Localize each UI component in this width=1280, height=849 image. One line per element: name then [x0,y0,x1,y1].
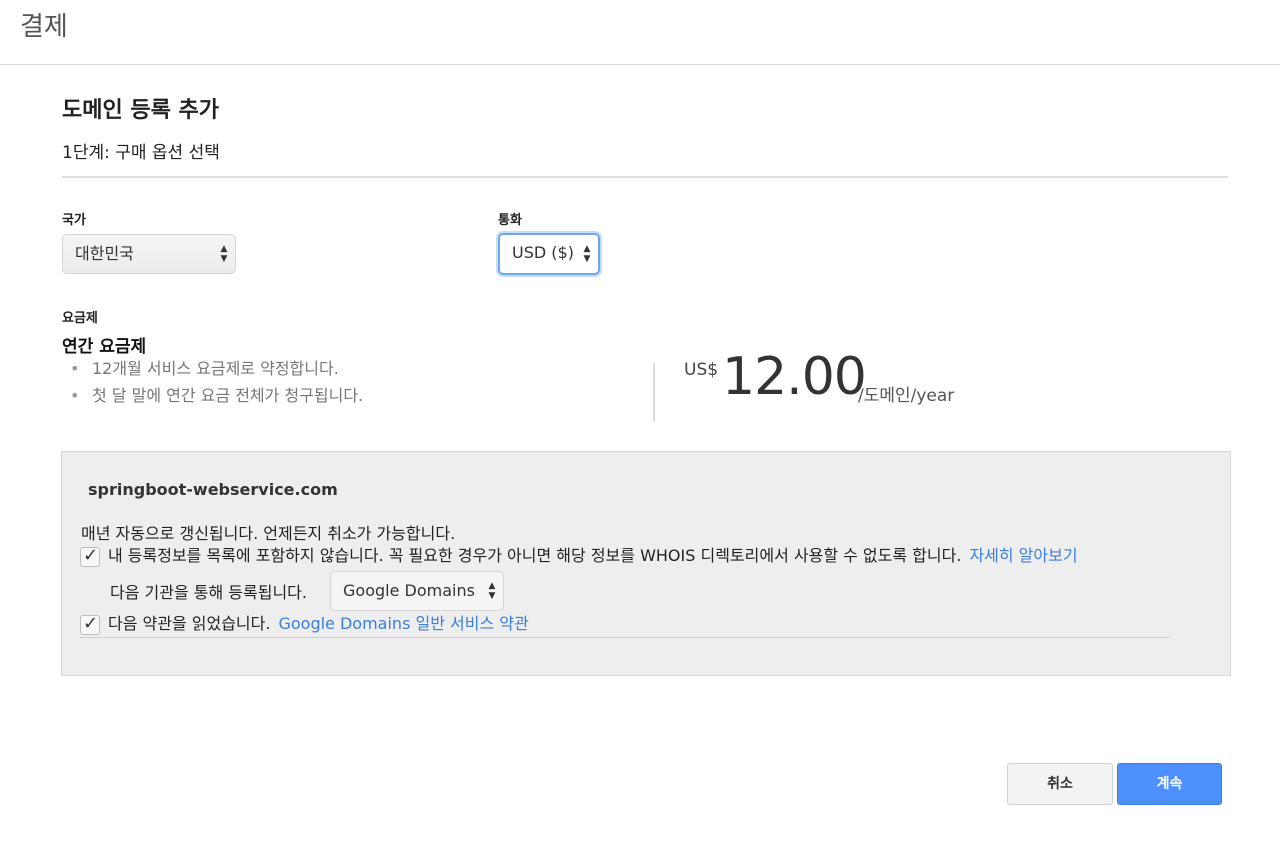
divider [62,176,1228,178]
cancel-button[interactable]: 취소 [1007,763,1113,805]
terms-row: ✓ 다음 약관을 읽었습니다. Google Domains 일반 서비스 약관 [80,613,529,637]
plan-bullet-text: 첫 달 말에 연간 요금 전체가 청구됩니다. [92,386,364,405]
privacy-checkbox[interactable]: ✓ [80,544,100,567]
registrar-label: 다음 기관을 통해 등록됩니다. [110,583,307,602]
price-amount: 12.00 [722,347,867,407]
vertical-divider [653,363,655,422]
bullet-icon: • [70,359,80,378]
terms-checkbox[interactable]: ✓ [80,612,100,635]
price-currency: US$ [684,360,719,380]
registrar-select-value: Google Domains [343,581,475,600]
select-arrows-icon: ▲ ▼ [583,244,591,264]
price-unit: /도메인/year [858,386,955,406]
privacy-row: ✓ 내 등록정보를 목록에 포함하지 않습니다. 꼭 필요한 경우가 아니면 해당… [80,545,1078,569]
continue-button[interactable]: 계속 [1117,763,1222,805]
step-label: 1단계: 구매 옵션 선택 [62,143,220,163]
bullet-icon: • [70,386,80,405]
currency-label: 통화 [498,213,522,228]
list-item: • 12개월 서비스 요금제로 약정합니다. [70,358,363,385]
plan-label: 요금제 [62,311,98,326]
plan-name: 연간 요금제 [62,337,147,357]
page-title: 도메인 등록 추가 [62,98,219,123]
terms-link[interactable]: Google Domains 일반 서비스 약관 [278,614,528,633]
country-select[interactable]: 대한민국 ▲ ▼ [62,234,236,274]
country-label: 국가 [62,213,86,228]
currency-select[interactable]: USD ($) ▲ ▼ [498,233,600,275]
checkmark-icon: ✓ [83,544,99,566]
divider [80,637,1170,638]
header: 결제 [0,0,1280,65]
learn-more-link[interactable]: 자세히 알아보기 [969,546,1077,565]
registrar-select[interactable]: Google Domains ▲ ▼ [330,571,504,611]
checkmark-icon: ✓ [83,612,99,634]
country-select-value: 대한민국 [75,244,134,263]
select-arrows-icon: ▲ ▼ [488,581,496,601]
terms-text: 다음 약관을 읽었습니다. [108,614,271,633]
plan-bullets: • 12개월 서비스 요금제로 약정합니다. • 첫 달 말에 연간 요금 전체가 … [70,358,363,412]
domain-panel: springboot-webservice.com 매년 자동으로 갱신됩니다.… [61,451,1231,676]
list-item: • 첫 달 말에 연간 요금 전체가 청구됩니다. [70,385,363,412]
domain-name: springboot-webservice.com [88,480,338,499]
currency-select-value: USD ($) [512,243,574,262]
plan-bullet-text: 12개월 서비스 요금제로 약정합니다. [92,359,339,378]
renew-text: 매년 자동으로 갱신됩니다. 언제든지 취소가 가능합니다. [81,524,456,543]
header-title: 결제 [20,12,68,42]
select-arrows-icon: ▲ ▼ [220,244,228,264]
privacy-text: 내 등록정보를 목록에 포함하지 않습니다. 꼭 필요한 경우가 아니면 해당 … [108,546,962,565]
